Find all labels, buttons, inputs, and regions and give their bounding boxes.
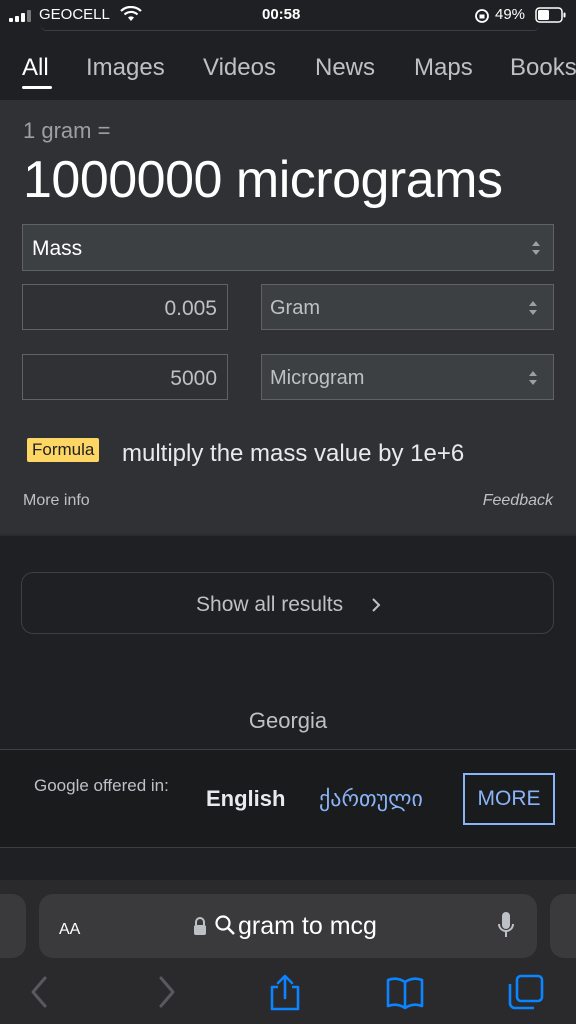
location-label: Georgia [248,708,328,733]
conversion-equation: 1 gram = [23,118,111,143]
to-unit: Microgram [270,367,365,389]
from-value: 0.005 [164,297,217,320]
tab-all[interactable]: All [22,54,49,82]
from-unit-select[interactable]: Gram [261,284,554,330]
to-unit-select[interactable]: Microgram [261,354,554,400]
battery-percent: 49% [495,6,526,23]
share-icon[interactable] [265,972,305,1012]
tab-books[interactable]: Books [510,54,576,82]
tab-active-indicator [22,86,52,89]
formula-badge: Formula [27,438,100,462]
to-value: 5000 [170,367,217,390]
tab-maps[interactable]: Maps [414,54,473,82]
conversion-result: 1000000 micrograms [23,151,503,209]
search-icon [215,915,235,935]
tab-images[interactable]: Images [86,54,165,82]
forward-icon[interactable] [146,972,186,1012]
language-offer-text: Google offered in: [34,776,169,795]
show-all-results-button[interactable]: Show all results [21,572,554,634]
chevron-right-icon [372,598,381,612]
feedback-link[interactable]: Feedback [483,492,553,510]
carrier-label: GEOCELL [39,6,110,23]
formula-text: multiply the mass value by 1e+6 [122,440,465,467]
from-unit: Gram [270,297,320,319]
more-languages-button[interactable]: MORE [463,773,555,825]
quantity-select[interactable]: Mass [22,224,554,271]
footer-divider [0,847,576,848]
tab-news[interactable]: News [315,54,375,82]
tabs-icon[interactable] [506,972,546,1012]
microphone-icon[interactable] [496,910,516,942]
more-info-link[interactable]: More info [23,492,90,510]
next-tab-preview[interactable] [550,894,576,958]
url-text: gram to mcg [238,912,377,940]
signal-icon [9,10,33,22]
select-arrows-icon [529,371,537,385]
show-all-results-label: Show all results [22,593,555,617]
quantity-value: Mass [32,237,83,260]
select-arrows-icon [529,301,537,315]
reader-settings-button[interactable]: AA [59,914,80,940]
wifi-icon [120,6,142,21]
back-icon[interactable] [20,972,60,1012]
lock-icon [194,917,206,935]
battery-icon [535,7,566,23]
select-arrows-icon [532,241,540,255]
clock: 00:58 [262,6,301,23]
to-value-input[interactable]: 5000 [22,354,228,400]
bookmarks-icon[interactable] [385,972,425,1012]
search-box-edge [40,24,540,31]
previous-tab-preview[interactable] [0,894,26,958]
tab-videos[interactable]: Videos [203,54,276,82]
language-english-link[interactable]: English [206,786,285,812]
from-value-input[interactable]: 0.005 [22,284,228,330]
rotation-lock-icon [475,9,489,23]
card-divider [0,534,576,536]
language-georgian-link[interactable]: ქართული [319,786,423,812]
